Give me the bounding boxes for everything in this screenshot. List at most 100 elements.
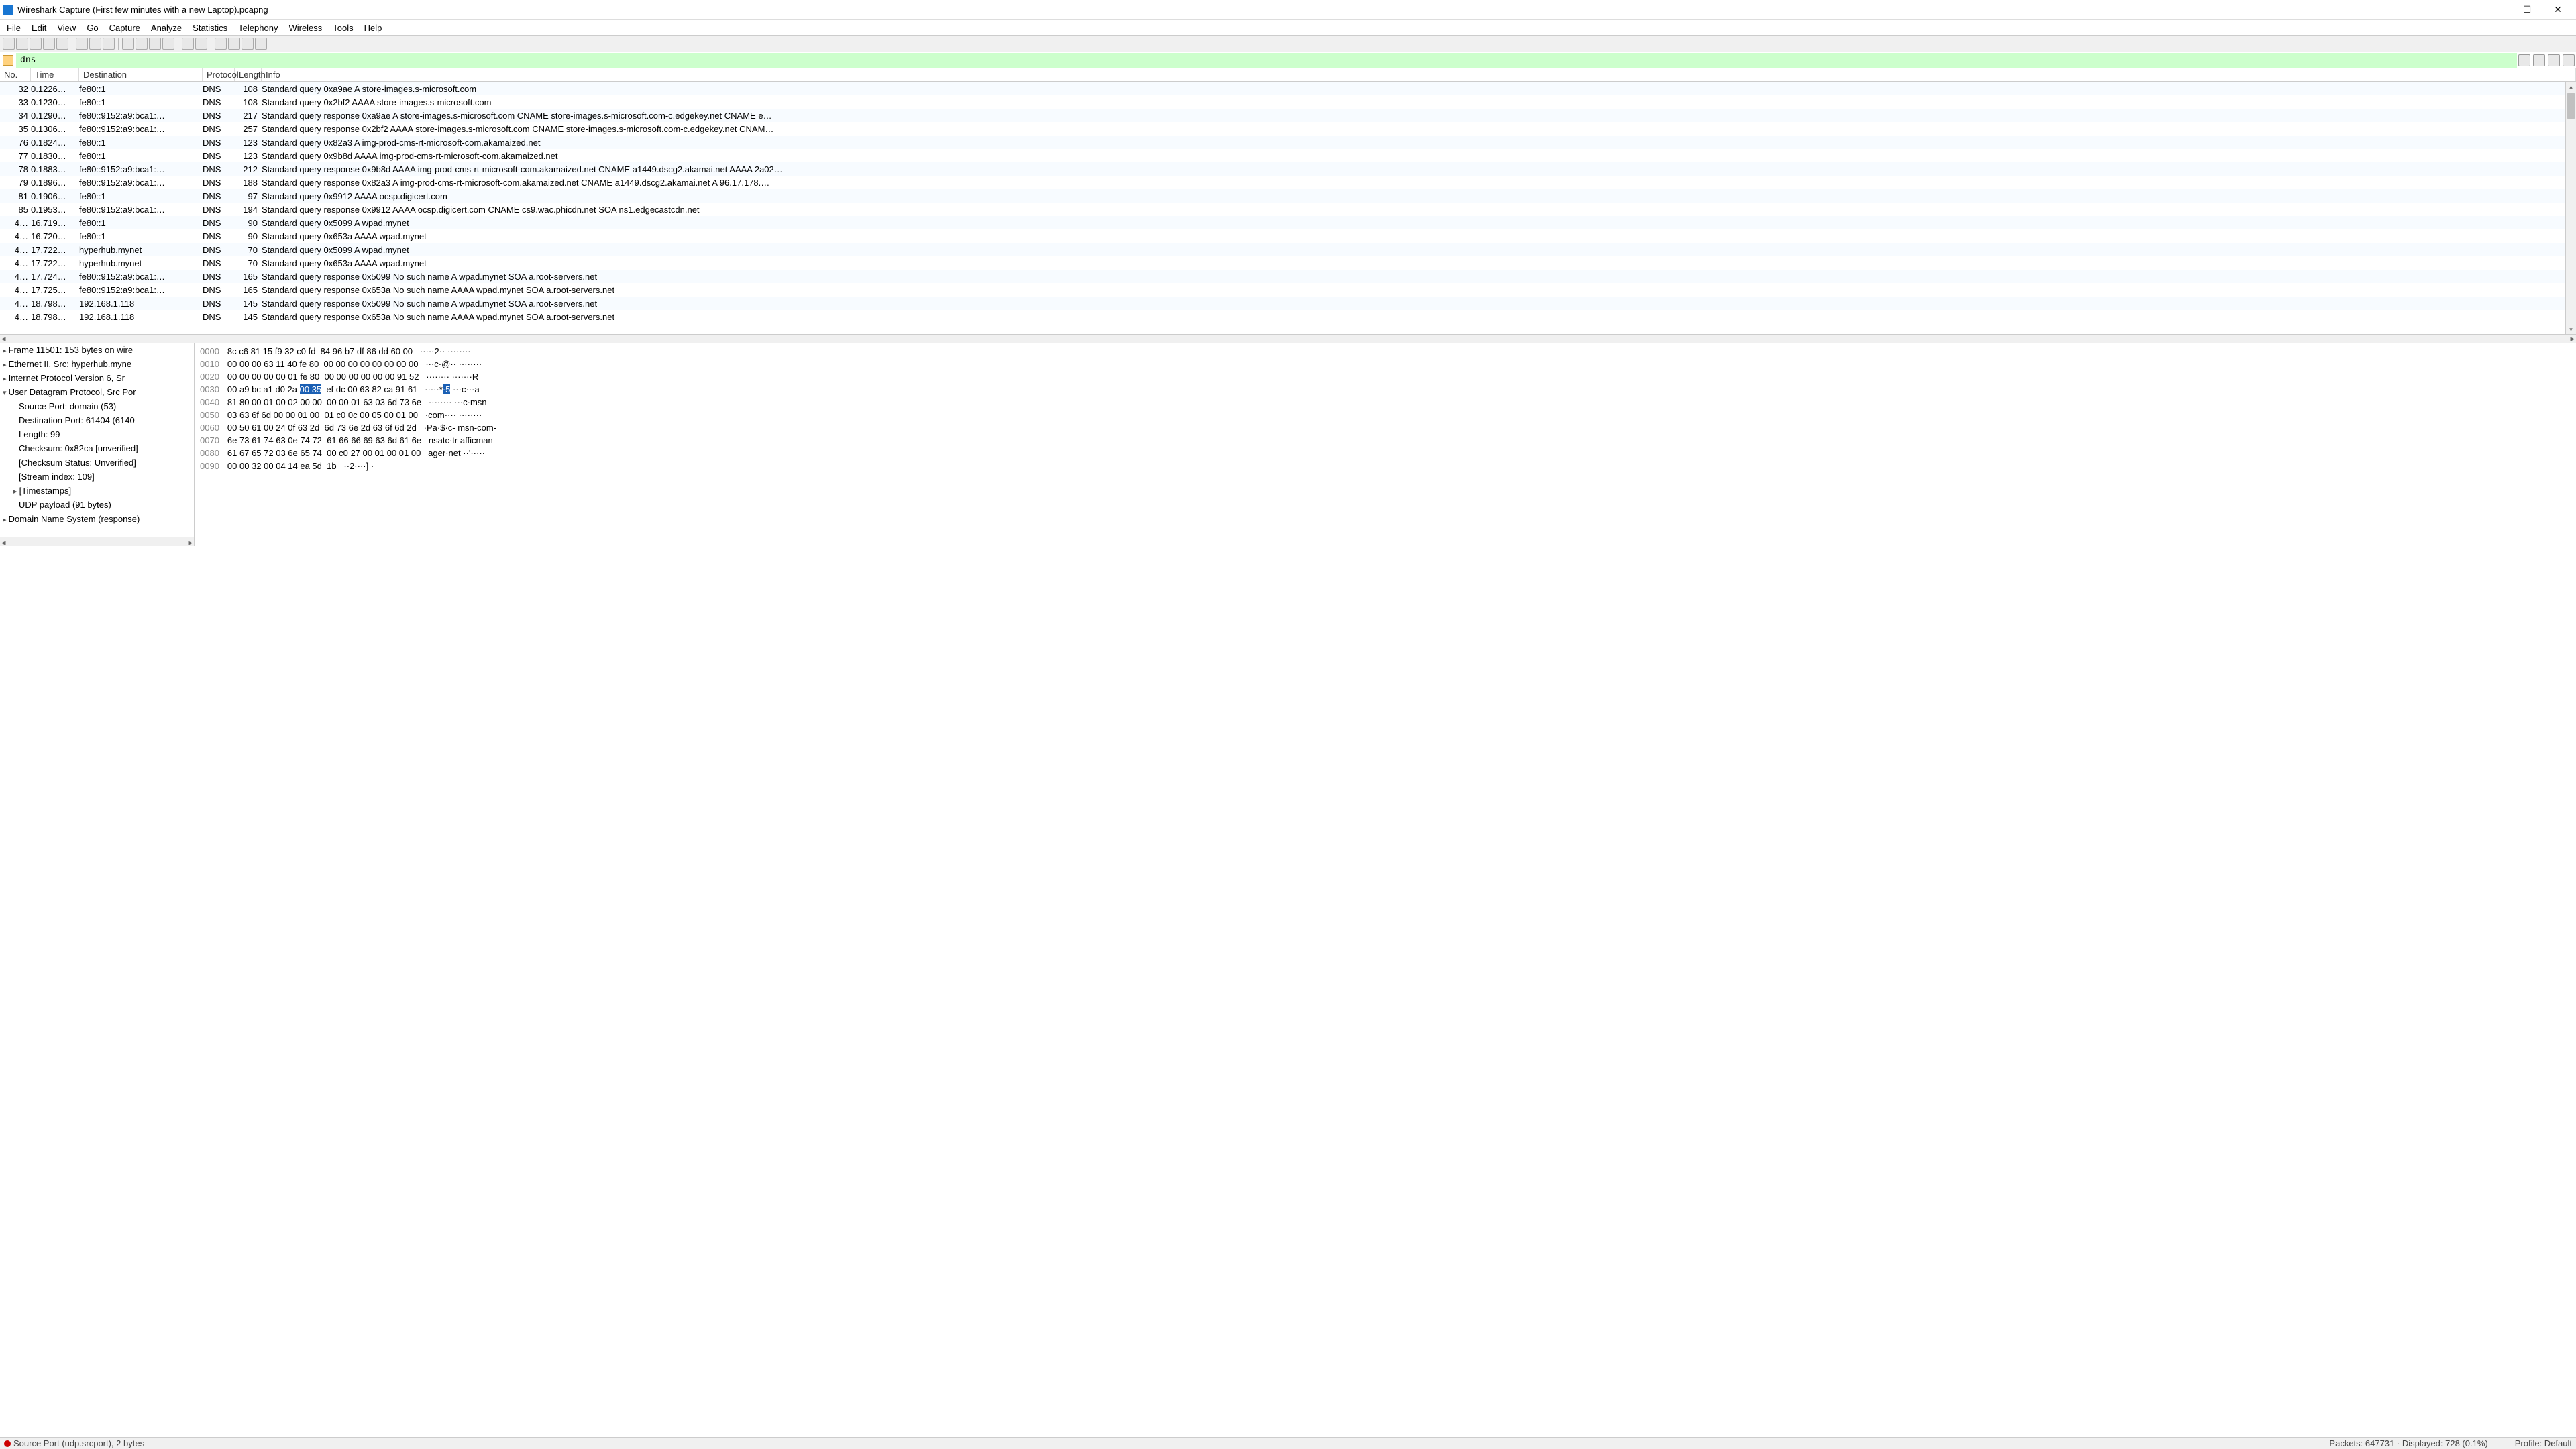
hex-row[interactable]: 009000 00 32 00 04 14 ea 5d 1b ··2····] … [200,460,2571,472]
menu-capture[interactable]: Capture [104,21,146,34]
hex-row[interactable]: 00706e 73 61 74 63 0e 74 72 61 66 66 69 … [200,434,2571,447]
expert-info-icon[interactable] [4,1440,11,1447]
maximize-button[interactable]: ☐ [2512,0,2542,20]
filter-add-button[interactable] [2563,54,2575,66]
toolbar-btn[interactable] [162,38,174,50]
toolbar-btn[interactable] [255,38,267,50]
packet-row[interactable]: 320.1226…fe80::1DNS108Standard query 0xa… [0,82,2576,95]
menu-statistics[interactable]: Statistics [187,21,233,34]
packet-row[interactable]: 4…17.722…hyperhub.mynetDNS70Standard que… [0,243,2576,256]
menu-go[interactable]: Go [81,21,103,34]
toolbar-btn[interactable] [136,38,148,50]
col-info[interactable]: Info [262,68,2576,81]
status-profile[interactable]: Profile: Default [2515,1438,2572,1448]
packet-row[interactable]: 770.1830…fe80::1DNS123Standard query 0x9… [0,149,2576,162]
toolbar-btn[interactable] [149,38,161,50]
menu-telephony[interactable]: Telephony [233,21,283,34]
toolbar-btn[interactable] [30,38,42,50]
packet-row[interactable]: 790.1896…fe80::9152:a9:bca1:…DNS188Stand… [0,176,2576,189]
scroll-thumb[interactable] [2567,93,2575,119]
packet-row[interactable]: 4…18.798…192.168.1.118DNS145Standard que… [0,310,2576,323]
toolbar-btn[interactable] [122,38,134,50]
packet-row[interactable]: 4…16.719…fe80::1DNS90Standard query 0x50… [0,216,2576,229]
tree-node[interactable]: Source Port: domain (53) [0,401,194,415]
toolbar-btn[interactable] [56,38,68,50]
tree-node[interactable]: Destination Port: 61404 (6140 [0,415,194,429]
packet-row[interactable]: 780.1883…fe80::9152:a9:bca1:…DNS212Stand… [0,162,2576,176]
packet-row[interactable]: 340.1290…fe80::9152:a9:bca1:…DNS217Stand… [0,109,2576,122]
minimize-button[interactable]: — [2481,0,2512,20]
menu-edit[interactable]: Edit [26,21,52,34]
packet-row[interactable]: 810.1906…fe80::1DNS97Standard query 0x99… [0,189,2576,203]
packet-row[interactable]: 4…16.720…fe80::1DNS90Standard query 0x65… [0,229,2576,243]
tree-node[interactable]: [Checksum Status: Unverified] [0,458,194,472]
close-button[interactable]: ✕ [2542,0,2573,20]
col-time[interactable]: Time [31,68,79,81]
tree-node[interactable]: Domain Name System (response) [0,514,194,528]
toolbar-btn[interactable] [16,38,28,50]
menu-analyze[interactable]: Analyze [146,21,187,34]
filter-history-button[interactable] [2548,54,2560,66]
tree-node[interactable]: Frame 11501: 153 bytes on wire [0,345,194,359]
tree-node[interactable]: [Stream index: 109] [0,472,194,486]
col-no[interactable]: No. [0,68,31,81]
tree-node[interactable]: UDP payload (91 bytes) [0,500,194,514]
toolbar-btn[interactable] [228,38,240,50]
menu-help[interactable]: Help [359,21,388,34]
hex-view[interactable]: 00008c c6 81 15 f9 32 c0 fd 84 96 b7 df … [195,343,2576,546]
tree-node[interactable]: Ethernet II, Src: hyperhub.myne [0,359,194,373]
col-dest[interactable]: Destination [79,68,203,81]
filter-clear-button[interactable] [2518,54,2530,66]
tree-hscroll[interactable]: ◂▸ [0,537,194,546]
hex-row[interactable]: 001000 00 00 63 11 40 fe 80 00 00 00 00 … [200,358,2571,370]
hex-row[interactable]: 00008c c6 81 15 f9 32 c0 fd 84 96 b7 df … [200,345,2571,358]
hex-row[interactable]: 002000 00 00 00 00 01 fe 80 00 00 00 00 … [200,370,2571,383]
menu-wireless[interactable]: Wireless [283,21,327,34]
toolbar-btn[interactable] [43,38,55,50]
hex-row[interactable]: 008061 67 65 72 03 6e 65 74 00 c0 27 00 … [200,447,2571,460]
packet-list-scrollbar[interactable]: ▴ ▾ [2565,82,2576,334]
packet-row[interactable]: 850.1953…fe80::9152:a9:bca1:…DNS194Stand… [0,203,2576,216]
toolbar-separator [118,38,119,50]
toolbar-btn[interactable] [195,38,207,50]
toolbar [0,35,2576,52]
menu-tools[interactable]: Tools [327,21,358,34]
toolbar-btn[interactable] [3,38,15,50]
hex-row[interactable]: 004081 80 00 01 00 02 00 00 00 00 01 63 … [200,396,2571,409]
display-filter-input[interactable] [16,53,2517,68]
tree-node[interactable]: Internet Protocol Version 6, Sr [0,373,194,387]
tree-node[interactable]: User Datagram Protocol, Src Por [0,387,194,401]
titlebar: Wireshark Capture (First few minutes wit… [0,0,2576,20]
menu-view[interactable]: View [52,21,81,34]
col-len[interactable]: Length [235,68,262,81]
tree-node[interactable]: Length: 99 [0,429,194,443]
toolbar-btn[interactable] [182,38,194,50]
toolbar-btn[interactable] [241,38,254,50]
packet-row[interactable]: 4…18.798…192.168.1.118DNS145Standard que… [0,297,2576,310]
packet-row[interactable]: 760.1824…fe80::1DNS123Standard query 0x8… [0,136,2576,149]
packet-row[interactable]: 4…17.722…hyperhub.mynetDNS70Standard que… [0,256,2576,270]
col-proto[interactable]: Protocol [203,68,235,81]
toolbar-btn[interactable] [76,38,88,50]
menu-file[interactable]: File [1,21,26,34]
toolbar-btn[interactable] [103,38,115,50]
packet-list[interactable]: 320.1226…fe80::1DNS108Standard query 0xa… [0,82,2576,334]
filter-apply-button[interactable] [2533,54,2545,66]
bookmark-icon[interactable] [3,55,13,66]
packet-row[interactable]: 330.1230…fe80::1DNS108Standard query 0x2… [0,95,2576,109]
hex-row[interactable]: 006000 50 61 00 24 0f 63 2d 6d 73 6e 2d … [200,421,2571,434]
packet-list-hscroll[interactable]: ◂▸ [0,334,2576,343]
toolbar-btn[interactable] [215,38,227,50]
packet-row[interactable]: 4…17.724…fe80::9152:a9:bca1:…DNS165Stand… [0,270,2576,283]
hex-row[interactable]: 003000 a9 bc a1 d0 2a 00 35 ef dc 00 63 … [200,383,2571,396]
packet-details-tree[interactable]: Frame 11501: 153 bytes on wireEthernet I… [0,343,195,546]
hex-row[interactable]: 005003 63 6f 6d 00 00 01 00 01 c0 0c 00 … [200,409,2571,421]
tree-node[interactable]: Checksum: 0x82ca [unverified] [0,443,194,458]
app-logo [3,5,13,15]
scroll-up-icon[interactable]: ▴ [2566,82,2576,91]
packet-row[interactable]: 4…17.725…fe80::9152:a9:bca1:…DNS165Stand… [0,283,2576,297]
toolbar-btn[interactable] [89,38,101,50]
tree-node[interactable]: [Timestamps] [0,486,194,500]
scroll-down-icon[interactable]: ▾ [2566,325,2576,334]
packet-row[interactable]: 350.1306…fe80::9152:a9:bca1:…DNS257Stand… [0,122,2576,136]
